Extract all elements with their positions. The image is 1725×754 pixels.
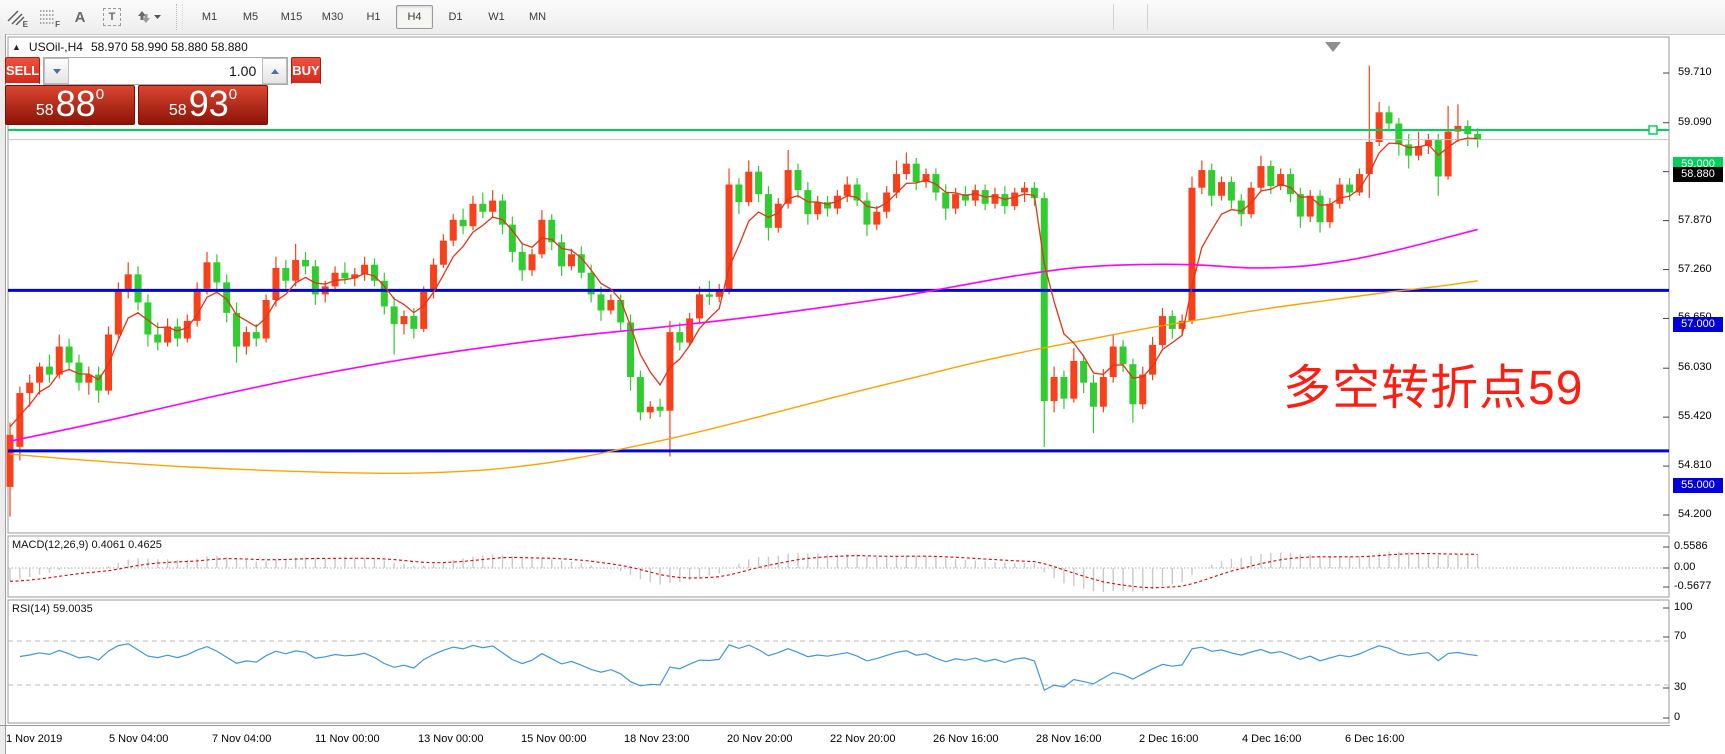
timeframe-button-m30[interactable]: M30 bbox=[314, 5, 351, 29]
timeframe-button-m5[interactable]: M5 bbox=[232, 5, 269, 29]
volume-increase-button[interactable] bbox=[262, 58, 287, 84]
buy-price-big: 93 bbox=[189, 87, 229, 121]
text-box-tool-button[interactable]: T bbox=[97, 3, 127, 31]
symbol-ohlc: 58.970 58.990 58.880 58.880 bbox=[91, 40, 248, 54]
time-tick-label: 13 Nov 00:00 bbox=[418, 733, 483, 745]
time-tick-label: 7 Nov 04:00 bbox=[212, 733, 271, 745]
price-tick-label: 55.420 bbox=[1678, 410, 1712, 422]
price-tick-label: 54.200 bbox=[1678, 508, 1712, 520]
one-click-trade-panel: SELL BUY 58 88 0 58 93 0 bbox=[5, 57, 268, 125]
price-tick-label: 56.030 bbox=[1678, 361, 1712, 373]
price-tick-label: 59.090 bbox=[1678, 116, 1712, 128]
timeframe-button-m15[interactable]: M15 bbox=[273, 5, 310, 29]
macd-tick-label: 0.5586 bbox=[1674, 540, 1708, 552]
trade-controls-row: SELL BUY bbox=[5, 57, 268, 85]
rsi-tick-label: 30 bbox=[1674, 681, 1686, 693]
rsi-tick-label: 0 bbox=[1674, 711, 1680, 723]
timeframe-button-h1[interactable]: H1 bbox=[355, 5, 392, 29]
timeframe-group: M1M5M15M30H1H4D1W1MN bbox=[189, 5, 558, 29]
timeframe-button-m1[interactable]: M1 bbox=[191, 5, 228, 29]
price-tick-label: 54.810 bbox=[1678, 459, 1712, 471]
price-tick-label: 57.260 bbox=[1678, 263, 1712, 275]
price-badge-57.000: 57.000 bbox=[1673, 317, 1723, 332]
time-tick-label: 26 Nov 16:00 bbox=[933, 733, 998, 745]
buy-price-sup: 0 bbox=[229, 88, 237, 102]
price-badge-58.880: 58.880 bbox=[1673, 167, 1723, 182]
buy-button[interactable]: BUY bbox=[291, 57, 320, 85]
triangle-down-icon bbox=[53, 69, 61, 74]
one-click-collapse-icon[interactable]: ▲ bbox=[12, 42, 21, 52]
buy-price-tile[interactable]: 58 93 0 bbox=[138, 85, 268, 125]
time-tick-label: 1 Nov 2019 bbox=[6, 733, 62, 745]
timeframe-button-d1[interactable]: D1 bbox=[437, 5, 474, 29]
triangle-up-icon bbox=[271, 69, 279, 74]
tool-sub-label: F bbox=[55, 20, 60, 29]
price-badge-55.000: 55.000 bbox=[1673, 478, 1723, 493]
rsi-tick-label: 70 bbox=[1674, 630, 1686, 642]
time-tick-label: 5 Nov 04:00 bbox=[109, 733, 168, 745]
fibonacci-tool-button[interactable]: F bbox=[33, 3, 63, 31]
price-tick-label: 57.870 bbox=[1678, 214, 1712, 226]
rsi-tick-label: 100 bbox=[1674, 601, 1692, 613]
symbol-name: USOil-,H4 bbox=[29, 40, 83, 54]
tool-sub-label: E bbox=[23, 20, 28, 29]
time-tick-label: 18 Nov 23:00 bbox=[624, 733, 689, 745]
volume-input[interactable] bbox=[69, 58, 262, 84]
time-tick-label: 20 Nov 20:00 bbox=[727, 733, 792, 745]
time-tick-label: 6 Dec 16:00 bbox=[1345, 733, 1404, 745]
macd-pane[interactable] bbox=[8, 536, 1669, 597]
toolbar-separator bbox=[176, 4, 183, 30]
price-axis[interactable]: 59.71059.09058.48057.87057.26056.65056.0… bbox=[1670, 35, 1725, 754]
timeframe-button-mn[interactable]: MN bbox=[519, 5, 556, 29]
text-label-tool-button[interactable]: A bbox=[65, 3, 95, 31]
time-axis[interactable]: 1 Nov 2019 5 Nov 04:00 7 Nov 04:00 11 Nov 0… bbox=[0, 726, 1670, 754]
sell-button[interactable]: SELL bbox=[5, 57, 40, 85]
timeframe-button-h4[interactable]: H4 bbox=[396, 5, 433, 29]
time-tick-label: 22 Nov 20:00 bbox=[830, 733, 895, 745]
equidistant-channel-tool-button[interactable]: E bbox=[1, 3, 31, 31]
macd-indicator-label: MACD(12,26,9) 0.4061 0.4625 bbox=[12, 539, 162, 551]
text-box-glyph: T bbox=[103, 8, 121, 26]
mt4-window: E F A T M1M5M15M30H1H4D1W1MN ▲ USOil-,H4… bbox=[0, 0, 1725, 754]
price-tick-label: 59.710 bbox=[1678, 66, 1712, 78]
volume-decrease-button[interactable] bbox=[44, 58, 69, 84]
time-tick-label: 4 Dec 16:00 bbox=[1242, 733, 1301, 745]
chart-annotation-text: 多空转折点59 bbox=[1283, 348, 1583, 418]
time-tick-label: 28 Nov 16:00 bbox=[1036, 733, 1101, 745]
volume-spinner bbox=[43, 57, 288, 85]
sell-price-big: 88 bbox=[56, 87, 96, 121]
macd-tick-label: 0.00 bbox=[1674, 561, 1695, 573]
toolbar-separator bbox=[1113, 4, 1114, 30]
trade-prices-row: 58 88 0 58 93 0 bbox=[5, 85, 268, 125]
symbol-row: ▲ USOil-,H4 58.970 58.990 58.880 58.880 bbox=[12, 40, 248, 54]
toolbar-separator bbox=[1147, 4, 1148, 30]
hline-handle-marker[interactable] bbox=[1649, 126, 1657, 134]
timeframe-button-w1[interactable]: W1 bbox=[478, 5, 515, 29]
buy-price-prefix: 58 bbox=[169, 101, 187, 121]
sell-price-prefix: 58 bbox=[36, 101, 54, 121]
rsi-indicator-label: RSI(14) 59.0035 bbox=[12, 603, 93, 615]
time-tick-label: 15 Nov 00:00 bbox=[521, 733, 586, 745]
sell-price-sup: 0 bbox=[96, 88, 104, 102]
sell-price-tile[interactable]: 58 88 0 bbox=[5, 85, 135, 125]
macd-tick-label: -0.5677 bbox=[1674, 580, 1711, 592]
arrows-tool-button[interactable] bbox=[129, 3, 169, 31]
time-tick-label: 2 Dec 16:00 bbox=[1139, 733, 1198, 745]
time-tick-label: 11 Nov 00:00 bbox=[315, 733, 380, 745]
toolbar: E F A T M1M5M15M30H1H4D1W1MN bbox=[0, 0, 1725, 35]
